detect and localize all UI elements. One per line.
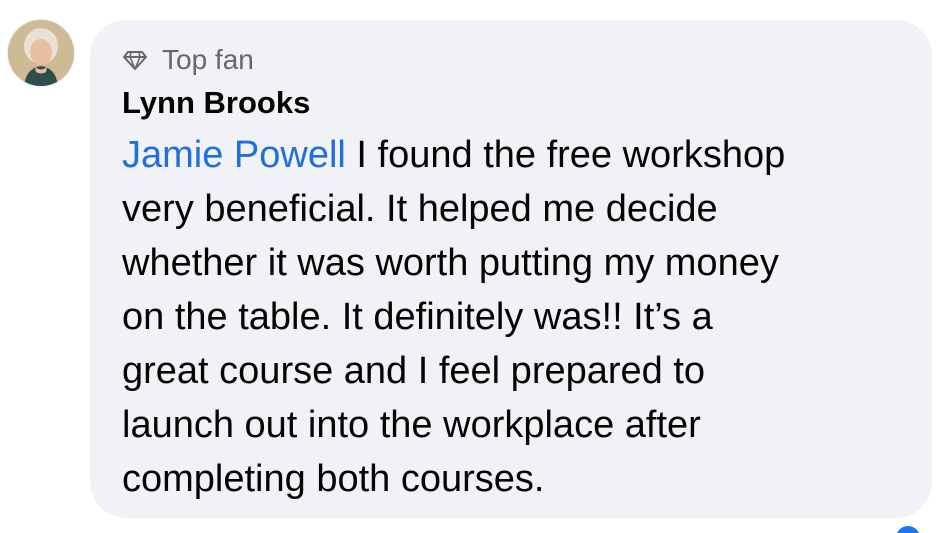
comment-line: completing both courses. bbox=[122, 458, 545, 500]
comment-text: Jamie Powell I found the free workshop v… bbox=[122, 128, 902, 506]
comment-line: on the table. It definitely was!! It’s a bbox=[122, 296, 713, 338]
badge-label: Top fan bbox=[162, 44, 254, 75]
comment-line: launch out into the workplace after bbox=[122, 404, 701, 446]
top-fan-badge: Top fan bbox=[122, 42, 902, 78]
comment-line: very beneficial. It helped me decide bbox=[122, 188, 718, 230]
comment-row: Top fan Lynn Brooks Jamie Powell I found… bbox=[0, 0, 940, 533]
avatar-photo bbox=[8, 20, 74, 86]
comment-line: whether it was worth putting my money bbox=[122, 242, 779, 284]
avatar[interactable] bbox=[8, 20, 74, 86]
comment-line: Jamie Powell I found the free workshop bbox=[122, 128, 902, 182]
mention-link[interactable]: Jamie Powell bbox=[122, 134, 346, 176]
comment-bubble: Top fan Lynn Brooks Jamie Powell I found… bbox=[90, 20, 932, 518]
comment-author[interactable]: Lynn Brooks bbox=[122, 84, 902, 122]
comment-line: great course and I feel prepared to bbox=[122, 350, 706, 392]
reaction-icon[interactable] bbox=[896, 526, 920, 533]
diamond-icon bbox=[123, 51, 147, 70]
comment-line-text: I found the free workshop bbox=[345, 134, 786, 176]
